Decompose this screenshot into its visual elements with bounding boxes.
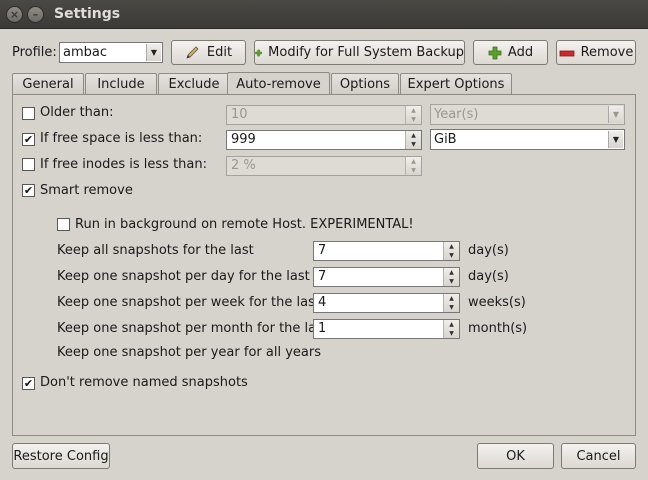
keep-month-label: Keep one snapshot per month for the last	[57, 321, 328, 336]
free-space-value: 999	[231, 132, 256, 147]
keep-all-label: Keep all snapshots for the last	[57, 243, 254, 258]
profile-select[interactable]: ambac ▼	[59, 42, 163, 63]
minus-icon	[559, 50, 575, 56]
spin-arrows-icon[interactable]: ▲ ▼	[405, 157, 421, 175]
keep-day-unit: day(s)	[468, 269, 509, 284]
ok-button[interactable]: OK	[477, 443, 554, 469]
keep-week-value: 4	[318, 295, 327, 310]
tab-expert-options[interactable]: Expert Options	[400, 73, 512, 95]
older-than-value: 10	[231, 107, 248, 122]
modify-full-system-label: Modify for Full System Backup	[268, 45, 464, 60]
ok-label: OK	[506, 448, 525, 464]
tab-exclude[interactable]: Exclude	[158, 73, 230, 95]
smart-remove-label: Smart remove	[40, 183, 133, 198]
keep-day-value: 7	[318, 269, 327, 284]
older-than-checkbox[interactable]	[22, 107, 35, 120]
keep-day-label: Keep one snapshot per day for the last	[57, 269, 310, 284]
add-profile-label: Add	[507, 45, 534, 60]
chevron-down-icon: ▼	[146, 44, 161, 61]
keep-week-label: Keep one snapshot per week for the last	[57, 295, 320, 310]
window-title: Settings	[54, 6, 121, 22]
cancel-button[interactable]: Cancel	[561, 443, 636, 469]
tab-auto-remove[interactable]: Auto-remove	[227, 72, 330, 96]
keep-year-label: Keep one snapshot per year for all years	[57, 345, 321, 360]
spin-arrows-icon[interactable]: ▲ ▼	[443, 294, 459, 312]
chevron-down-icon: ▼	[608, 106, 623, 123]
modify-full-system-button[interactable]: Modify for Full System Backup	[254, 40, 465, 65]
free-space-unit-select[interactable]: GiB ▼	[430, 129, 625, 150]
spin-arrows-icon[interactable]: ▲ ▼	[443, 268, 459, 286]
dont-remove-named-label: Don't remove named snapshots	[40, 375, 248, 390]
run-background-label: Run in background on remote Host. EXPERI…	[75, 217, 414, 232]
spin-arrows-icon[interactable]: ▲ ▼	[405, 106, 421, 124]
keep-month-unit: month(s)	[468, 321, 528, 336]
free-space-label: If free space is less than:	[40, 131, 203, 146]
spin-arrows-icon[interactable]: ▲ ▼	[443, 320, 459, 338]
spin-arrows-icon[interactable]: ▲ ▼	[405, 131, 421, 149]
cancel-label: Cancel	[576, 448, 621, 464]
restore-config-label: Restore Config	[13, 448, 109, 464]
pencil-icon	[186, 45, 199, 59]
chevron-down-icon: ▼	[608, 131, 623, 148]
older-than-unit-select[interactable]: Year(s) ▼	[430, 104, 625, 125]
tab-general[interactable]: General	[12, 73, 84, 95]
older-than-spinbox[interactable]: 10 ▲ ▼	[226, 105, 422, 125]
add-profile-button[interactable]: Add	[473, 40, 548, 65]
older-than-label: Older than:	[40, 105, 114, 120]
older-than-unit-value: Year(s)	[434, 107, 479, 122]
keep-all-value: 7	[318, 243, 327, 258]
keep-week-unit: weeks(s)	[468, 295, 526, 310]
tab-include[interactable]: Include	[85, 73, 157, 95]
keep-month-value: 1	[318, 321, 327, 336]
edit-profile-label: Edit	[206, 45, 233, 60]
smart-remove-checkbox[interactable]: ✔	[22, 184, 35, 197]
plus-icon	[488, 46, 502, 59]
tab-options[interactable]: Options	[331, 73, 399, 95]
profile-label: Profile:	[12, 45, 57, 60]
plus-icon	[255, 49, 262, 56]
free-inodes-checkbox[interactable]	[22, 158, 35, 171]
restore-config-button[interactable]: Restore Config	[12, 443, 110, 469]
free-space-checkbox[interactable]: ✔	[22, 133, 35, 146]
free-inodes-spinbox[interactable]: 2 % ▲ ▼	[226, 156, 422, 176]
run-background-checkbox[interactable]	[57, 218, 70, 231]
free-inodes-label: If free inodes is less than:	[40, 157, 207, 172]
free-space-spinbox[interactable]: 999 ▲ ▼	[226, 130, 422, 150]
remove-profile-label: Remove	[580, 45, 634, 60]
free-space-unit-value: GiB	[434, 132, 457, 147]
edit-profile-button[interactable]: Edit	[171, 40, 246, 65]
title-bar: × – Settings	[0, 0, 648, 29]
keep-day-spinbox[interactable]: 7 ▲ ▼	[313, 267, 460, 287]
close-icon[interactable]: ×	[6, 6, 23, 23]
free-inodes-value: 2 %	[231, 158, 256, 173]
remove-profile-button[interactable]: Remove	[556, 40, 636, 65]
keep-all-spinbox[interactable]: 7 ▲ ▼	[313, 241, 460, 261]
keep-all-unit: day(s)	[468, 243, 509, 258]
keep-month-spinbox[interactable]: 1 ▲ ▼	[313, 319, 460, 339]
keep-week-spinbox[interactable]: 4 ▲ ▼	[313, 293, 460, 313]
profile-select-value: ambac	[63, 45, 107, 60]
minimize-icon[interactable]: –	[27, 6, 44, 23]
spin-arrows-icon[interactable]: ▲ ▼	[443, 242, 459, 260]
dont-remove-named-checkbox[interactable]: ✔	[22, 377, 35, 390]
